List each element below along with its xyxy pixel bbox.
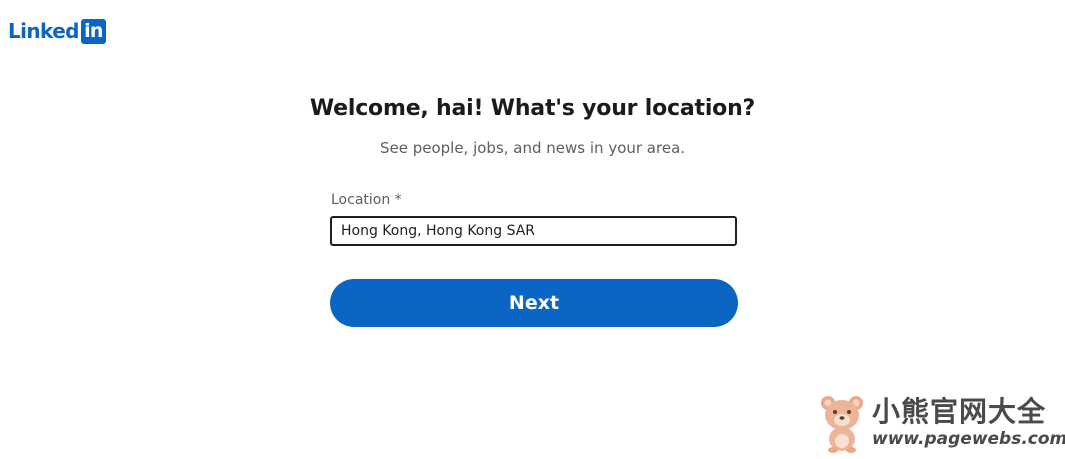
logo-word: Linked	[8, 19, 79, 43]
watermark-url: www.pagewebs.com	[872, 429, 1065, 449]
bear-icon	[821, 396, 863, 453]
logo-in-box: in	[80, 18, 106, 44]
linkedin-logo[interactable]: Linked in	[8, 18, 106, 44]
next-button[interactable]: Next	[330, 279, 738, 327]
location-input[interactable]	[330, 216, 737, 246]
page-subtitle: See people, jobs, and news in your area.	[379, 139, 686, 157]
location-label: Location *	[331, 192, 402, 208]
watermark-title: 小熊官网大全	[872, 395, 1047, 428]
page-title: Welcome, hai! What's your location?	[309, 96, 756, 121]
watermark: 小熊官网大全 www.pagewebs.com	[818, 393, 1065, 453]
